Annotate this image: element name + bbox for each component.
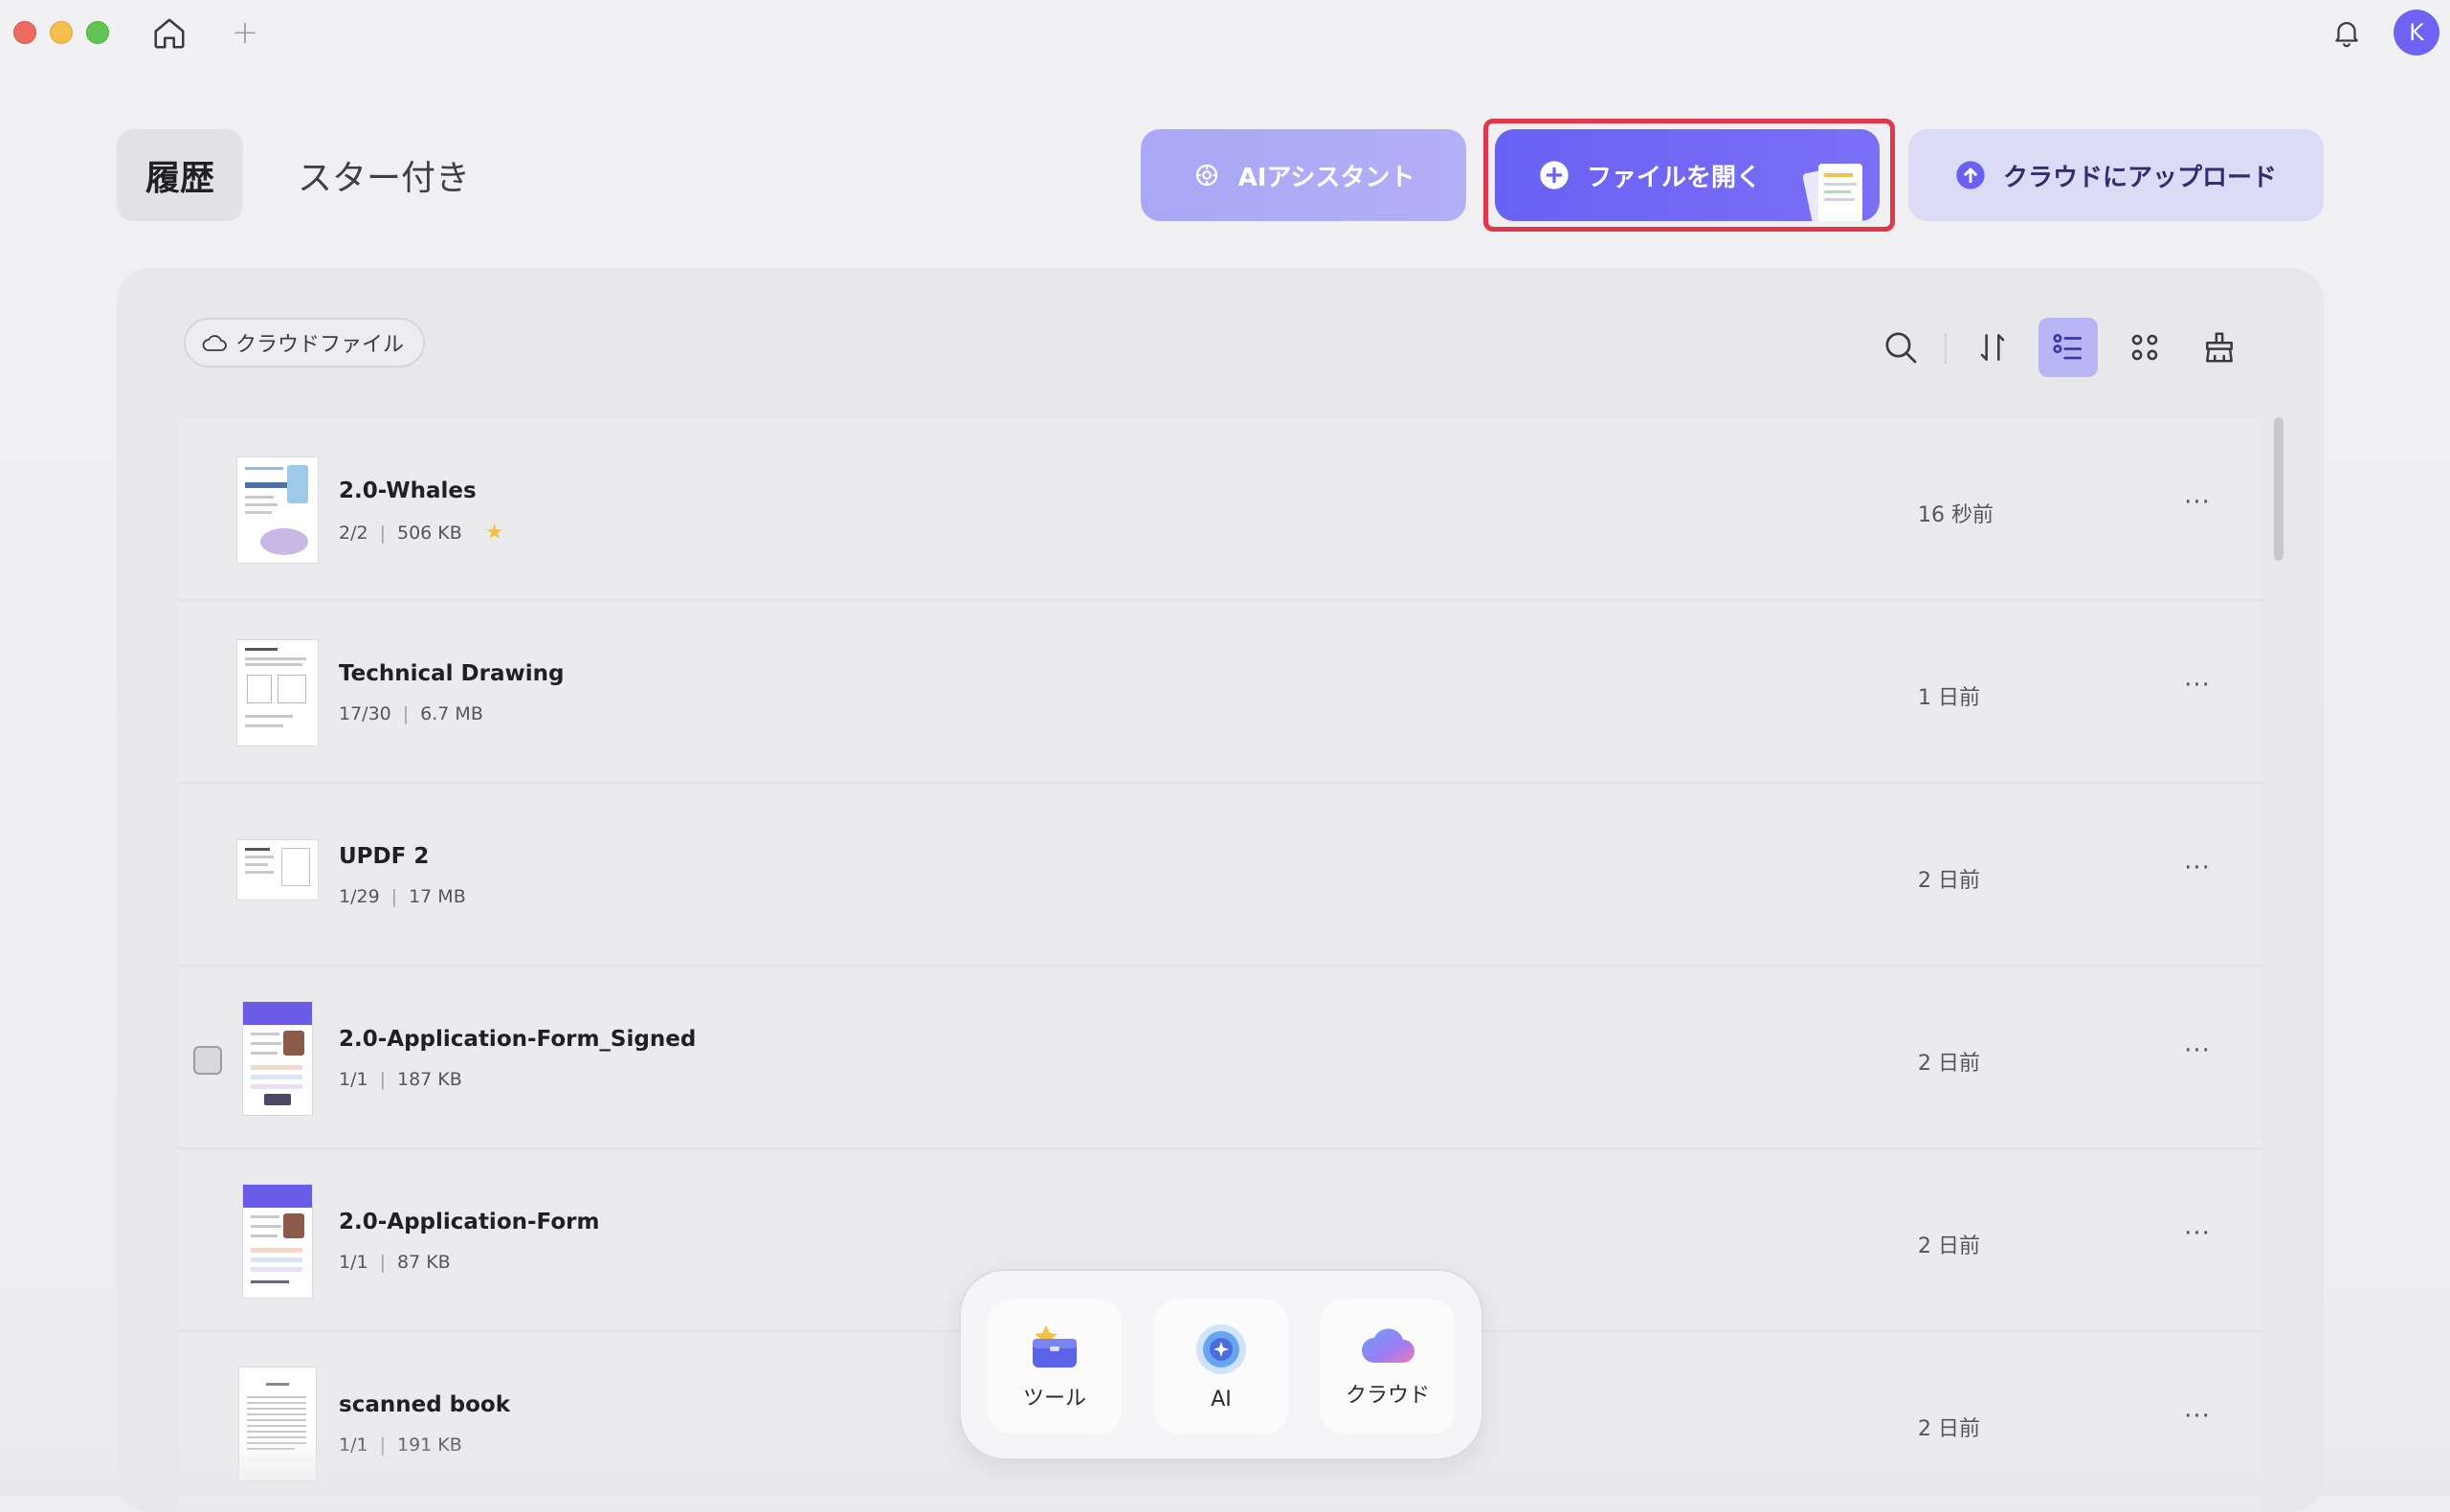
file-size: 506 KB	[396, 522, 462, 544]
file-time: 1 日前	[1918, 686, 1980, 710]
file-time: 16 秒前	[1918, 503, 1993, 527]
file-name: Technical Drawing	[339, 661, 565, 686]
cloud-files-filter[interactable]: クラウドファイル	[184, 318, 426, 367]
upload-to-cloud-button[interactable]: クラウドにアップロード	[1908, 129, 2324, 221]
new-tab-button[interactable]: +	[228, 15, 262, 50]
file-pages: 1/1	[339, 1069, 368, 1090]
more-options-button[interactable]: ···	[2178, 1402, 2216, 1440]
ai-assistant-label: AIアシスタント	[1237, 163, 1415, 192]
dock-tools-label: ツール	[1022, 1387, 1086, 1411]
file-name: 2.0-Application-Form	[339, 1210, 600, 1234]
toolbar-divider	[1945, 333, 1947, 364]
file-row[interactable]: 2.0-Application-Form_Signed 1/1 | 187 KB…	[178, 967, 2262, 1149]
file-size: 6.7 MB	[420, 703, 483, 724]
tab-history[interactable]: 履歴	[117, 129, 243, 221]
more-options-button[interactable]: ···	[2178, 488, 2216, 526]
dock-ai-label: AI	[1211, 1387, 1232, 1412]
dock-tools-button[interactable]: ツール	[988, 1300, 1122, 1434]
minimize-window-button[interactable]	[50, 21, 73, 44]
cloud-gradient-icon	[1362, 1328, 1414, 1363]
file-pages: 2/2	[339, 522, 368, 544]
open-file-highlight	[1483, 119, 1895, 232]
more-options-button[interactable]: ···	[2178, 1036, 2216, 1075]
toolbox-icon	[1033, 1325, 1077, 1367]
file-pages: 1/29	[339, 886, 380, 907]
file-time: 2 日前	[1918, 1417, 1980, 1441]
ai-assistant-button[interactable]: AIアシスタント	[1141, 129, 1466, 221]
file-meta: 2/2 | 506 KB ★	[339, 521, 504, 545]
file-row[interactable]: Technical Drawing 17/30 | 6.7 MB 1 日前 ··…	[178, 602, 2262, 784]
file-time: 2 日前	[1918, 1052, 1980, 1076]
file-size: 187 KB	[396, 1069, 462, 1090]
file-meta: 1/1 | 191 KB	[339, 1434, 462, 1456]
star-icon[interactable]: ★	[485, 521, 504, 545]
file-name: 2.0-Application-Form_Signed	[339, 1027, 697, 1052]
file-thumbnail	[237, 840, 318, 900]
row-checkbox[interactable]	[193, 1046, 222, 1075]
file-pages: 1/1	[339, 1434, 368, 1456]
search-icon[interactable]	[1871, 318, 1930, 377]
app-window: + K 履歴 スター付き AIアシスタント ファイルを開く クラウドにアップロー…	[0, 0, 2450, 1512]
file-size: 17 MB	[409, 886, 466, 907]
bottom-dock: ツール AI クラウド	[959, 1269, 1483, 1460]
more-options-button[interactable]: ···	[2178, 671, 2216, 709]
file-name: UPDF 2	[339, 844, 430, 869]
more-options-button[interactable]: ···	[2178, 1219, 2216, 1257]
dock-ai-button[interactable]: AI	[1154, 1300, 1288, 1434]
clear-history-icon[interactable]	[2190, 318, 2249, 377]
cloud-icon	[201, 332, 228, 353]
file-list-scrollbar[interactable]	[2272, 411, 2285, 1512]
dock-cloud-button[interactable]: クラウド	[1321, 1300, 1455, 1434]
cloud-files-label: クラウドファイル	[235, 333, 405, 357]
tab-starred[interactable]: スター付き	[283, 129, 484, 221]
file-pages: 1/1	[339, 1252, 368, 1273]
file-size: 87 KB	[396, 1252, 451, 1273]
file-row[interactable]: UPDF 2 1/29 | 17 MB 2 日前 ···	[178, 785, 2262, 967]
file-meta: 17/30 | 6.7 MB	[339, 703, 483, 724]
bell-icon[interactable]	[2326, 11, 2368, 54]
sort-icon[interactable]	[1963, 318, 2022, 377]
file-thumbnail	[239, 1367, 316, 1480]
file-meta: 1/1 | 187 KB	[339, 1069, 462, 1090]
file-row[interactable]: 2.0-Whales 2/2 | 506 KB ★ 16 秒前 ···	[178, 419, 2262, 601]
dock-cloud-label: クラウド	[1345, 1384, 1430, 1408]
title-bar: + K	[0, 0, 2450, 65]
user-avatar[interactable]: K	[2394, 10, 2439, 56]
file-meta: 1/29 | 17 MB	[339, 886, 466, 907]
file-name: 2.0-Whales	[339, 478, 477, 503]
file-pages: 17/30	[339, 703, 391, 724]
ai-orb-icon	[1196, 1323, 1246, 1374]
file-thumbnail	[237, 640, 318, 745]
file-thumbnail	[237, 457, 318, 563]
more-options-button[interactable]: ···	[2178, 854, 2216, 892]
upload-to-cloud-label: クラウドにアップロード	[2002, 163, 2277, 192]
file-thumbnail	[243, 1002, 312, 1115]
file-time: 2 日前	[1918, 869, 1980, 893]
upload-arrow-icon	[1955, 160, 1986, 190]
grid-view-icon[interactable]	[2115, 318, 2174, 377]
scrollbar-thumb[interactable]	[2274, 417, 2283, 561]
zoom-window-button[interactable]	[86, 21, 109, 44]
list-view-icon[interactable]	[2038, 318, 2098, 377]
home-icon[interactable]	[147, 11, 191, 56]
file-name: scanned book	[339, 1392, 511, 1417]
file-size: 191 KB	[396, 1434, 462, 1456]
file-meta: 1/1 | 87 KB	[339, 1252, 451, 1273]
ai-assistant-icon	[1192, 161, 1221, 189]
file-time: 2 日前	[1918, 1234, 1980, 1258]
file-thumbnail	[243, 1185, 312, 1298]
close-window-button[interactable]	[13, 21, 36, 44]
